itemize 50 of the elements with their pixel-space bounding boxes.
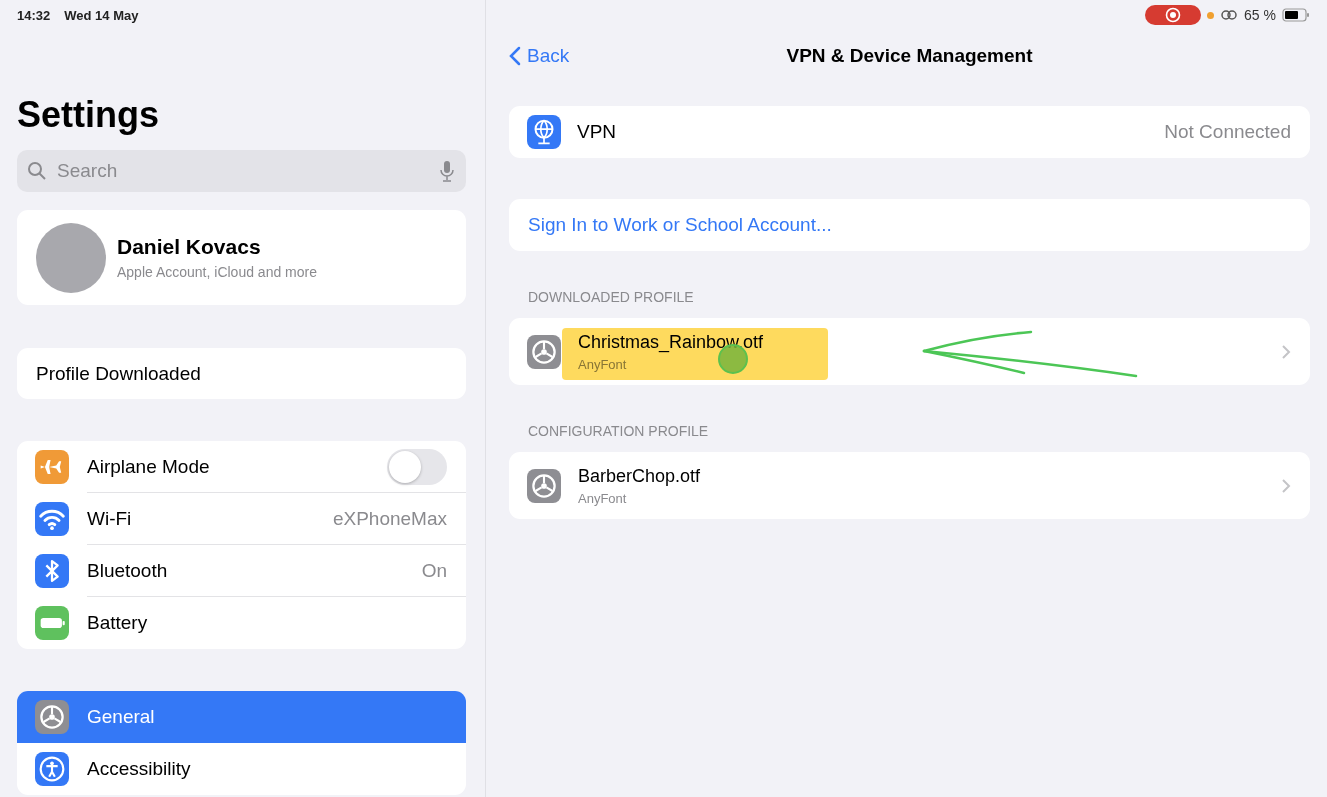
account-card[interactable]: Daniel Kovacs Apple Account, iCloud and more [17, 210, 466, 305]
privacy-dot [1207, 11, 1215, 19]
profile-downloaded-item[interactable]: Profile Downloaded [17, 348, 466, 399]
vpn-label: VPN [577, 121, 618, 143]
sign-in-link[interactable]: Sign In to Work or School Account... [528, 214, 832, 236]
account-name: Daniel Kovacs [117, 235, 262, 259]
vpn-row[interactable]: VPN Not Connected [509, 106, 1310, 158]
section-header: DOWNLOADED PROFILE [528, 289, 695, 307]
item-label: General [87, 706, 156, 728]
item-label: Accessibility [87, 758, 192, 780]
profile-row[interactable]: Christmas_Rainbow.otf AnyFont [509, 318, 1310, 385]
item-label: Airplane Mode [87, 455, 211, 478]
page-title: Settings [17, 94, 160, 136]
sidebar-item[interactable]: Wi-Fi eXPhoneMax [17, 493, 466, 545]
chevron-icon [1281, 343, 1291, 360]
link-icon [1220, 9, 1239, 21]
sidebar-item[interactable]: Bluetooth On [17, 545, 466, 597]
profile-name: Christmas_Rainbow.otf [578, 331, 764, 353]
search-icon [27, 161, 47, 181]
row-value: eXPhoneMax [332, 507, 447, 530]
item-label: Wi-Fi [87, 507, 133, 530]
account-subtitle: Apple Account, iCloud and more [117, 264, 317, 280]
search-field[interactable]: Search [55, 159, 432, 183]
back-chevron-icon [509, 46, 521, 66]
toggle-switch[interactable] [387, 448, 447, 485]
row-value: On [421, 559, 447, 582]
profile-subtitle: AnyFont [578, 356, 627, 372]
sidebar-item[interactable]: Airplane Mode [17, 441, 466, 493]
nav-title: VPN & Device Management [786, 45, 1033, 66]
item-label: Bluetooth [87, 559, 169, 582]
section-header: CONFIGURATION PROFILE [528, 423, 710, 441]
sidebar-item[interactable]: Accessibility [17, 743, 466, 795]
gear-icon [527, 468, 561, 503]
sidebar-item[interactable]: General [17, 691, 466, 743]
profile-subtitle: AnyFont [578, 490, 627, 506]
item-label: Battery [87, 612, 149, 634]
profile-name: BarberChop.otf [578, 465, 701, 487]
search-bar[interactable]: Search [17, 150, 466, 192]
vpn-status: Not Connected [1164, 121, 1291, 143]
clock-time: 14:32 [17, 7, 51, 23]
battery-percentage: 65 % [1244, 7, 1276, 23]
gear-icon [527, 334, 561, 369]
microphone-icon[interactable] [440, 160, 454, 182]
back-button[interactable]: Back [509, 45, 570, 67]
globe-icon [527, 115, 561, 149]
chevron-icon [1281, 477, 1291, 494]
sidebar-item[interactable]: Battery [17, 597, 466, 649]
battery-icon [1282, 8, 1310, 22]
status-date: Wed 14 May [64, 7, 139, 23]
profile-row[interactable]: BarberChop.otf AnyFont [509, 452, 1310, 519]
